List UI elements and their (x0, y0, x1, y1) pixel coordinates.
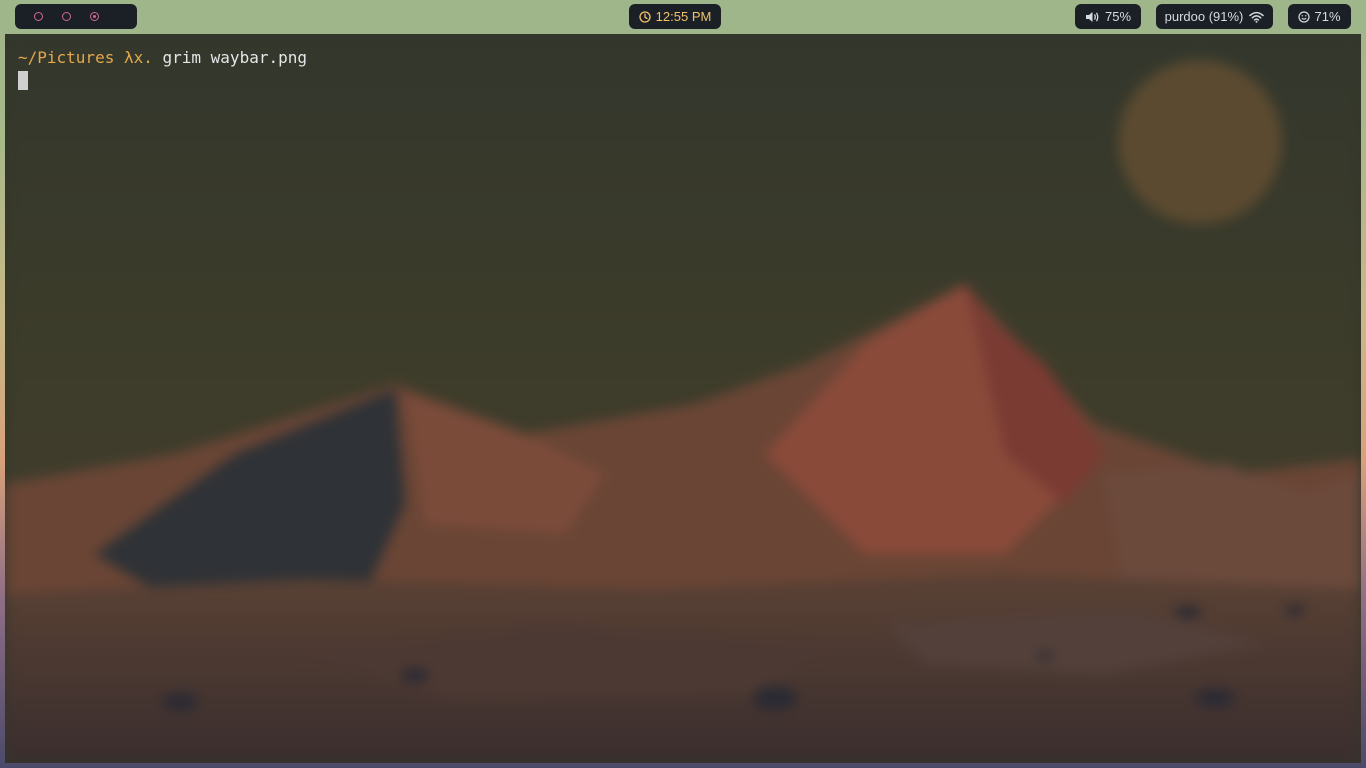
waybar: 12:55 PM 75% purdoo (91%) 71% (0, 0, 1366, 34)
smiley-icon (1298, 10, 1311, 23)
clock-time: 12:55 PM (655, 9, 712, 24)
volume-module[interactable]: 75% (1075, 4, 1141, 29)
network-label: purdoo (91%) (1164, 9, 1244, 24)
clock-module[interactable]: 12:55 PM (629, 4, 721, 29)
text-cursor (18, 71, 28, 90)
network-module[interactable]: purdoo (91%) (1156, 4, 1273, 29)
battery-level: 71% (1314, 9, 1341, 24)
clock-icon (639, 10, 651, 23)
command-text: grim waybar.png (162, 48, 308, 67)
wifi-icon (1249, 11, 1265, 23)
wallpaper-background (5, 34, 1361, 763)
terminal-content[interactable]: ~/Pictures λx. grim waybar.png (18, 47, 307, 90)
speaker-icon (1085, 11, 1100, 23)
terminal-window[interactable]: ~/Pictures λx. grim waybar.png (5, 34, 1361, 763)
workspace-3-indicator[interactable] (90, 12, 99, 21)
workspace-2-indicator[interactable] (62, 12, 71, 21)
workspaces-module (15, 4, 137, 29)
workspace-1-indicator[interactable] (34, 12, 43, 21)
battery-module[interactable]: 71% (1288, 4, 1351, 29)
volume-level: 75% (1104, 9, 1132, 24)
shell-prompt: ~/Pictures λx. (18, 48, 153, 67)
command-line: ~/Pictures λx. grim waybar.png (18, 47, 307, 69)
